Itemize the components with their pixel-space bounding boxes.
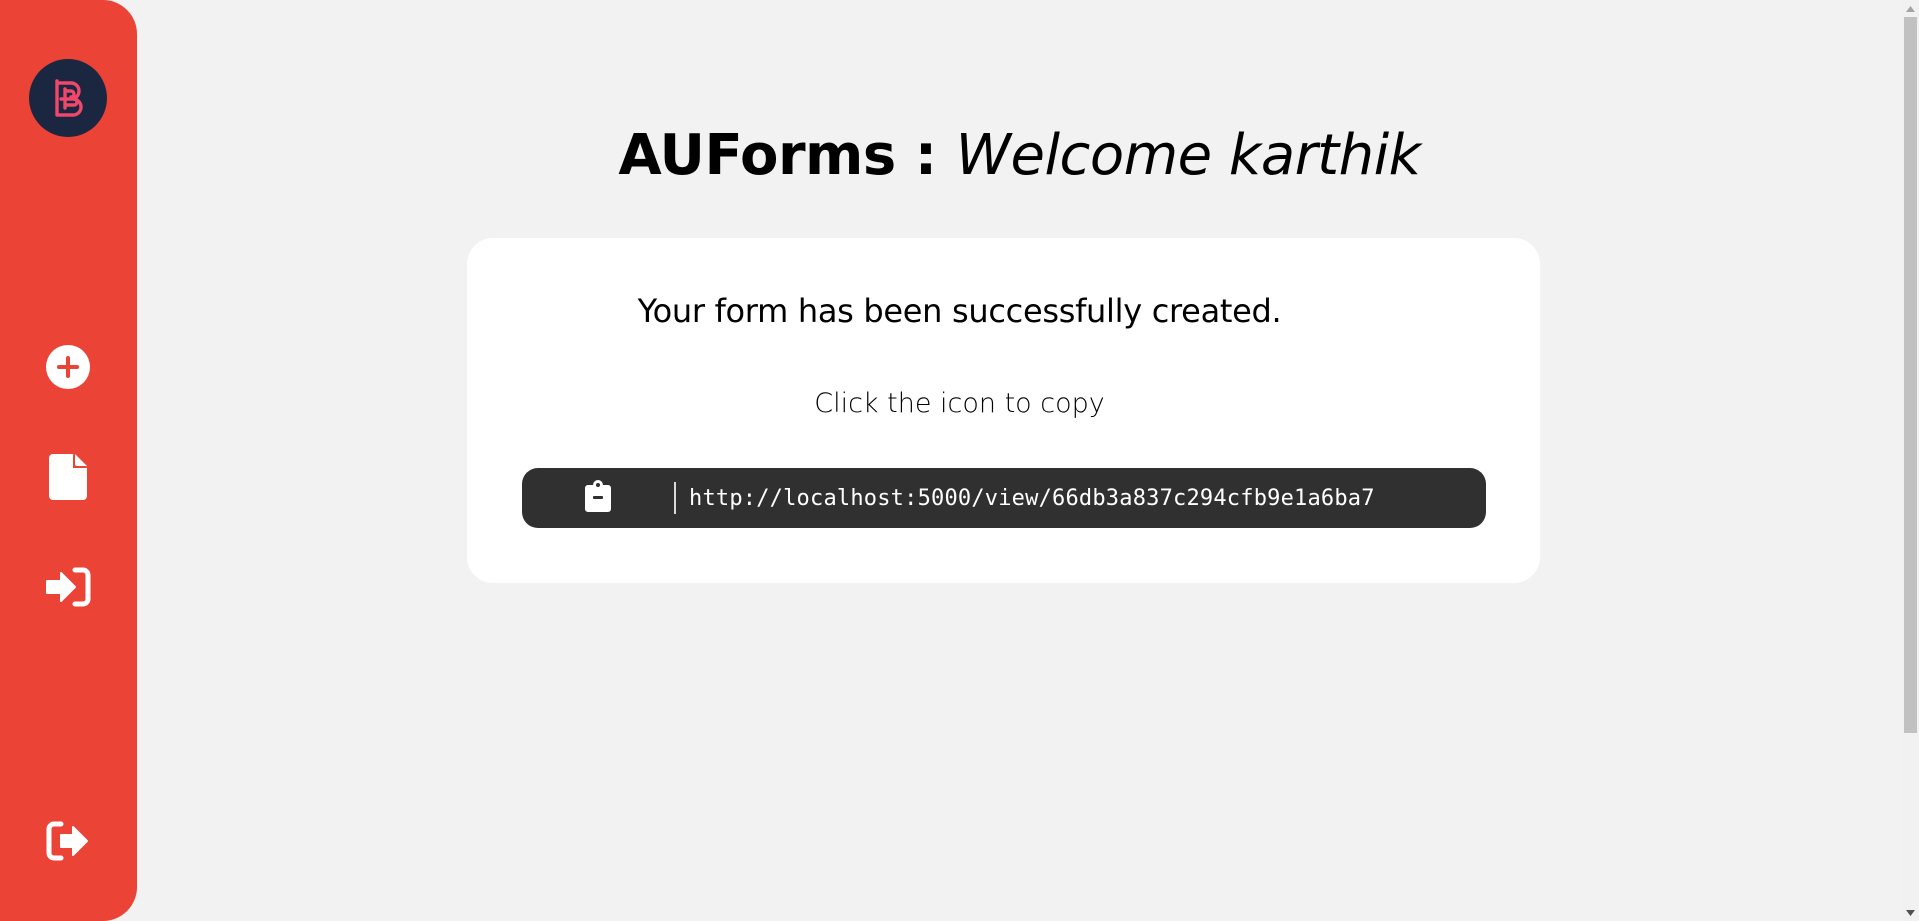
- form-url[interactable]: http://localhost:5000/view/66db3a837c294…: [689, 486, 1375, 511]
- sign-out-icon[interactable]: [43, 816, 93, 866]
- title-separator: :: [914, 123, 937, 188]
- scrollbar-thumb[interactable]: [1904, 17, 1917, 733]
- page-title: AUForms : Welcome karthik: [137, 118, 1902, 194]
- plus-circle-icon[interactable]: [43, 342, 93, 392]
- link-copy-bar: http://localhost:5000/view/66db3a837c294…: [522, 468, 1486, 528]
- success-heading: Your form has been successfully created.: [637, 292, 1282, 330]
- copy-instruction: Click the icon to copy: [814, 388, 1105, 419]
- scroll-up-arrow-icon[interactable]: [1902, 0, 1919, 17]
- vertical-scrollbar[interactable]: [1902, 0, 1919, 921]
- clipboard-icon[interactable]: [585, 480, 611, 516]
- sidebar: [0, 0, 137, 921]
- sign-in-icon[interactable]: [43, 562, 93, 612]
- document-icon[interactable]: [43, 452, 93, 502]
- scroll-down-arrow-icon[interactable]: [1902, 904, 1919, 921]
- divider: [674, 482, 676, 514]
- copy-button[interactable]: [522, 468, 674, 528]
- welcome-message: Welcome karthik: [955, 123, 1421, 188]
- brand-logo-icon[interactable]: [29, 59, 107, 137]
- brand-name: AUForms: [618, 123, 896, 188]
